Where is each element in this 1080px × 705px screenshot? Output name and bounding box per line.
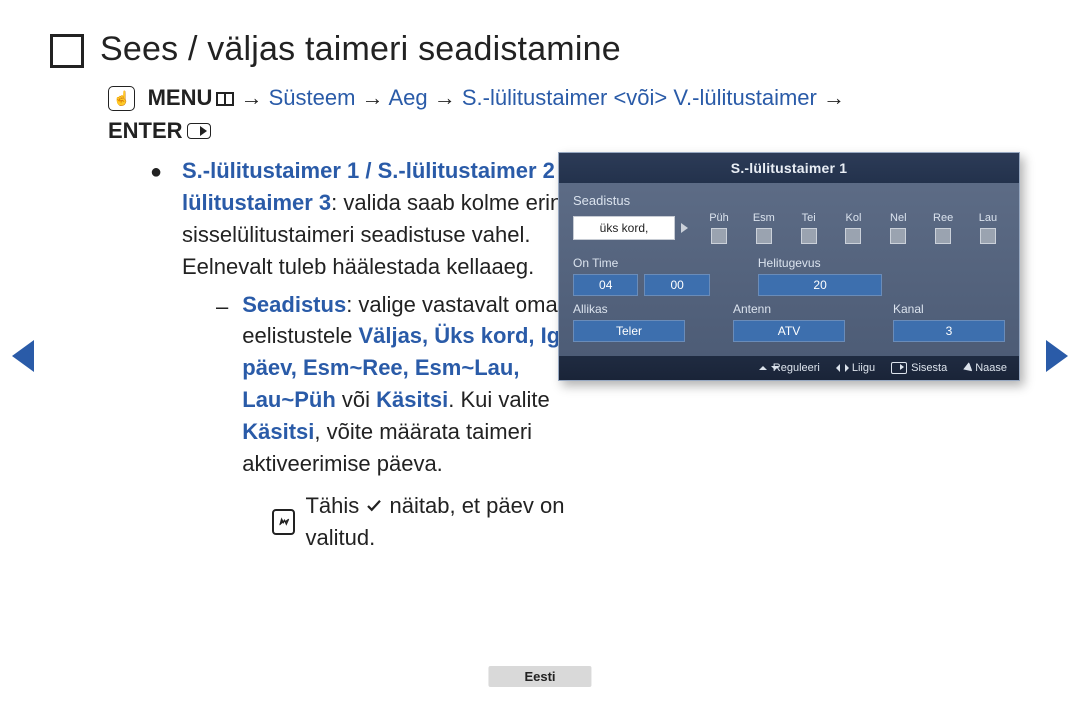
osd-panel: S.-lülitustaimer 1 Seadistus üks kord, P…: [558, 152, 1020, 381]
footer-language: Eesti: [488, 666, 591, 687]
osd-seadistus-label: Seadistus: [573, 193, 1005, 208]
hand-icon: ☝: [108, 86, 135, 111]
updown-icon: [759, 362, 769, 374]
sub-bullet-text: Seadistus: valige vastavalt oma eelistus…: [242, 289, 602, 480]
osd-day-checkbox[interactable]: [935, 228, 951, 244]
osd-volume-label: Helitugevus: [758, 256, 882, 270]
osd-allikas-label: Allikas: [573, 302, 685, 316]
note-icon: [272, 509, 295, 535]
osd-ontime-min[interactable]: 00: [644, 274, 709, 296]
osd-antenn-value[interactable]: ATV: [733, 320, 845, 342]
menu-grid-icon: [216, 92, 234, 106]
enter-icon: [187, 123, 211, 139]
osd-volume-value[interactable]: 20: [758, 274, 882, 296]
note-row: Tähis näitab, et päev on valitud.: [272, 490, 602, 554]
return-icon: [962, 362, 973, 374]
osd-day-checkbox[interactable]: [845, 228, 861, 244]
menu-keyword: MENU: [148, 85, 213, 110]
osd-ontime-label: On Time: [573, 256, 710, 270]
dash-icon: –: [216, 289, 228, 480]
prev-page-arrow[interactable]: [12, 340, 34, 372]
enter-keyword: ENTER: [108, 118, 183, 143]
osd-day-checkbox[interactable]: [980, 228, 996, 244]
osd-day-row: Püh Esm Tei Kol Nel Ree Lau: [702, 212, 1005, 244]
leftright-icon: [836, 362, 848, 374]
osd-day-checkbox[interactable]: [756, 228, 772, 244]
osd-antenn-label: Antenn: [733, 302, 845, 316]
chevron-right-icon[interactable]: [681, 223, 688, 233]
osd-day-checkbox[interactable]: [711, 228, 727, 244]
osd-kanal-value[interactable]: 3: [893, 320, 1005, 342]
osd-day-checkbox[interactable]: [890, 228, 906, 244]
check-icon: [365, 493, 389, 518]
menu-path: ☝ MENU → Süsteem → Aeg → S.-lülitustaime…: [108, 81, 1040, 147]
osd-footer: Reguleeri Liigu Sisesta Naase: [559, 356, 1019, 380]
enter-mini-icon: [891, 362, 907, 374]
next-page-arrow[interactable]: [1046, 340, 1068, 372]
osd-allikas-value[interactable]: Teler: [573, 320, 685, 342]
osd-ontime-hour[interactable]: 04: [573, 274, 638, 296]
osd-seadistus-value[interactable]: üks kord,: [573, 216, 675, 240]
section-icon: [50, 34, 84, 68]
osd-day-checkbox[interactable]: [801, 228, 817, 244]
osd-title: S.-lülitustaimer 1: [559, 153, 1019, 183]
page-title: Sees / väljas taimeri seadistamine: [100, 30, 621, 69]
osd-kanal-label: Kanal: [893, 302, 1005, 316]
bullet-text: S.-lülitustaimer 1 / S.-lülitustaimer 2 …: [182, 155, 602, 283]
bullet-icon: ●: [150, 155, 172, 184]
